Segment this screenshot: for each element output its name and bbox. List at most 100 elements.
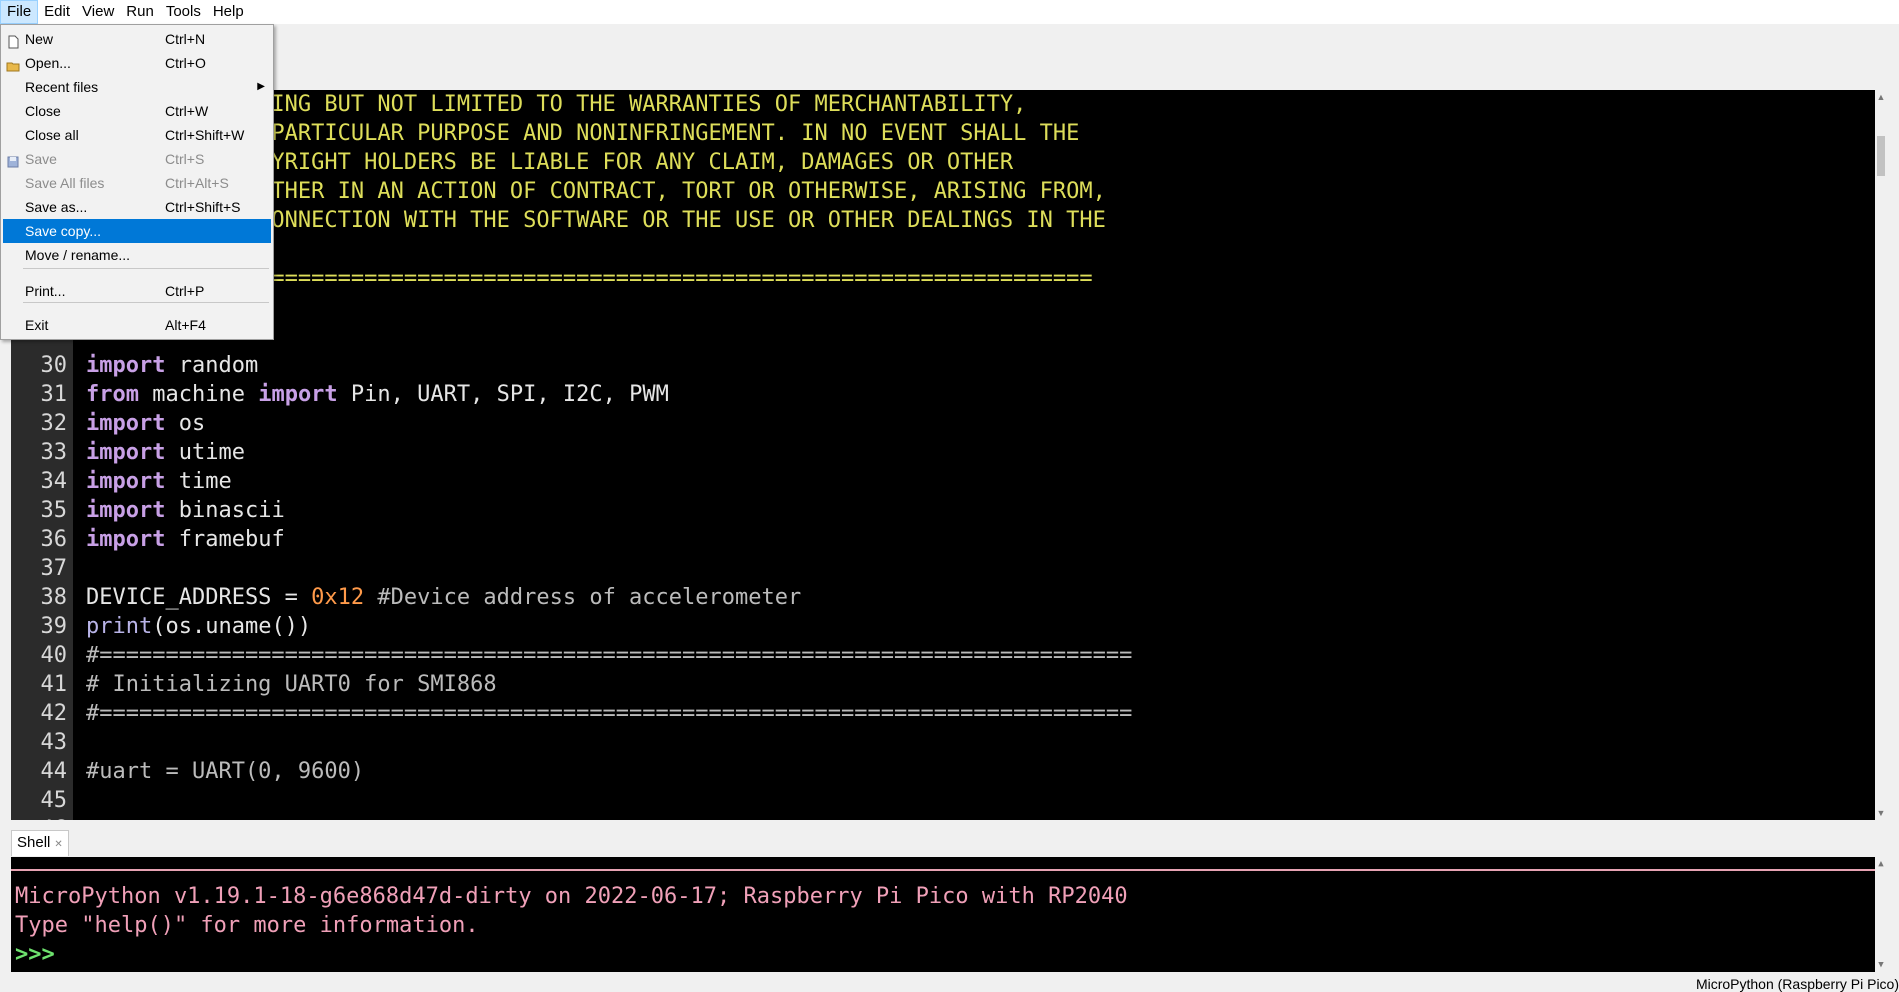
code-text: import os: [86, 409, 205, 438]
scroll-down-icon[interactable]: ▼: [1875, 958, 1887, 972]
code-text: import random: [86, 351, 258, 380]
line-number: 46: [11, 815, 68, 820]
tab-shell[interactable]: Shell ✕: [11, 830, 69, 856]
code-token: import: [86, 353, 166, 378]
code-text: import binascii: [86, 496, 285, 525]
line-number: 39: [40, 614, 68, 639]
app-window: { "menubar": { "items": [ {"label": "Fil…: [0, 0, 1899, 992]
code-text: # Initializing UART0 for SMI868: [86, 670, 497, 699]
file-menu-dropdown: New Ctrl+N Open... Ctrl+O Recent files ▶ Close…: [0, 24, 274, 340]
editor-scrollbar[interactable]: ▲ ▼: [1875, 90, 1887, 820]
shell-divider: [11, 869, 1875, 871]
menu-file[interactable]: File: [0, 0, 39, 24]
code-token: Pin, UART, SPI, I2C, PWM: [337, 382, 669, 407]
menu-item-label: Close: [25, 103, 61, 119]
line-number: 30: [40, 353, 68, 378]
code-text: #=======================================…: [86, 641, 1132, 670]
file-menu-item-save-copy[interactable]: Save copy...: [3, 219, 271, 243]
shell-output-line: MicroPython v1.19.1-18-g6e868d47d-dirty …: [15, 884, 1128, 909]
menu-item-shortcut: Ctrl+P: [165, 283, 205, 299]
shell-tab-label: Shell: [17, 834, 51, 851]
line-number: 40: [40, 643, 68, 668]
line-number: 38: [40, 585, 68, 610]
code-text: import utime: [86, 438, 245, 467]
code-token: time: [165, 469, 232, 494]
menu-item-shortcut: Ctrl+S: [165, 151, 205, 167]
shell-console[interactable]: MicroPython v1.19.1-18-g6e868d47d-dirty …: [11, 857, 1887, 972]
line-number: 35: [40, 498, 68, 523]
scroll-up-icon[interactable]: ▲: [1875, 90, 1887, 104]
interpreter-status[interactable]: MicroPython (Raspberry Pi Pico): [1696, 976, 1899, 992]
line-number: 42: [40, 701, 68, 726]
menu-item-label: Open...: [25, 55, 71, 71]
shell-prompt[interactable]: >>>: [15, 940, 55, 969]
menu-item-label: Print...: [25, 283, 66, 299]
code-text: #=======================================…: [86, 699, 1132, 728]
file-menu-item-new[interactable]: New Ctrl+N: [3, 27, 271, 51]
line-number: 44: [40, 759, 68, 784]
code-text: import framebuf: [86, 525, 285, 554]
code-token: DEVICE_ADDRESS =: [86, 585, 312, 610]
scroll-up-icon[interactable]: ▲: [1875, 857, 1887, 871]
line-number: 31: [40, 382, 68, 407]
close-icon[interactable]: ✕: [54, 839, 62, 850]
menu-item-shortcut: Alt+F4: [165, 317, 206, 333]
file-menu-item-print[interactable]: Print... Ctrl+P: [3, 279, 271, 303]
file-menu-item-move-rename[interactable]: Move / rename...: [3, 243, 271, 267]
menu-item-shortcut: Ctrl+Shift+S: [165, 199, 241, 215]
line-number: 41: [40, 672, 68, 697]
menu-item-shortcut: Ctrl+Shift+W: [165, 127, 245, 143]
file-menu-item-close-all[interactable]: Close all Ctrl+Shift+W: [3, 123, 271, 147]
code-token: #uart = UART(0, 9600): [86, 759, 365, 784]
code-token: import: [86, 527, 166, 552]
menu-separator: [23, 302, 269, 303]
line-number: 45: [40, 788, 68, 813]
menu-item-label: Save copy...: [25, 223, 102, 239]
code-editor[interactable]: LUDING BUT NOT LIMITED TO THE WARRANTIES…: [11, 90, 1887, 820]
menu-help[interactable]: Help: [207, 0, 250, 24]
code-token: import: [86, 498, 166, 523]
menu-edit[interactable]: Edit: [38, 0, 76, 24]
code-token: utime: [165, 440, 245, 465]
code-text: DEVICE_ADDRESS = 0x12 #Device address of…: [86, 583, 801, 612]
file-menu-item-exit[interactable]: Exit Alt+F4: [3, 313, 271, 337]
code-token: from: [86, 382, 139, 407]
code-token: random: [165, 353, 259, 378]
menu-item-label: Save All files: [25, 175, 105, 191]
file-menu-item-save[interactable]: Save Ctrl+S: [3, 147, 271, 171]
menu-view[interactable]: View: [76, 0, 120, 24]
scroll-down-icon[interactable]: ▼: [1875, 806, 1887, 820]
file-menu-item-recent-files[interactable]: Recent files ▶: [3, 75, 271, 99]
shell-scrollbar[interactable]: ▲ ▼: [1875, 857, 1887, 972]
menu-item-label: Exit: [25, 317, 49, 333]
file-menu-item-save-all-files[interactable]: Save All files Ctrl+Alt+S: [3, 171, 271, 195]
code-token: binascii: [165, 498, 285, 523]
file-menu-item-close[interactable]: Close Ctrl+W: [3, 99, 271, 123]
line-number: 43: [40, 730, 68, 755]
menu-item-label: Close all: [25, 127, 79, 143]
line-number: 36: [40, 527, 68, 552]
code-token: framebuf: [165, 527, 285, 552]
menu-separator: [23, 268, 269, 269]
line-number: 33: [40, 440, 68, 465]
open-folder-icon: [6, 56, 20, 72]
code-text: #uart = UART(0, 9600): [86, 757, 364, 786]
code-text: print(os.uname()): [86, 612, 311, 641]
new-file-icon: [6, 32, 20, 49]
menu-tools[interactable]: Tools: [160, 0, 207, 24]
shell-output-line: Type "help()" for more information.: [15, 913, 479, 938]
code-token: print: [86, 614, 153, 639]
file-menu-item-open[interactable]: Open... Ctrl+O: [3, 51, 271, 75]
menu-item-shortcut: Ctrl+Alt+S: [165, 175, 229, 191]
editor-scroll-thumb[interactable]: [1877, 136, 1885, 176]
status-bar: MicroPython (Raspberry Pi Pico): [0, 972, 1899, 992]
menu-item-label: Save as...: [25, 199, 88, 215]
code-token: import: [86, 440, 166, 465]
menu-item-label: Save: [25, 151, 57, 167]
code-token: #=======================================…: [86, 701, 1133, 726]
menu-run[interactable]: Run: [120, 0, 160, 24]
code-text: import time: [86, 467, 232, 496]
code-area[interactable]: LUDING BUT NOT LIMITED TO THE WARRANTIES…: [11, 90, 1887, 820]
menu-item-shortcut: Ctrl+N: [165, 31, 206, 47]
file-menu-item-save-as[interactable]: Save as... Ctrl+Shift+S: [3, 195, 271, 219]
